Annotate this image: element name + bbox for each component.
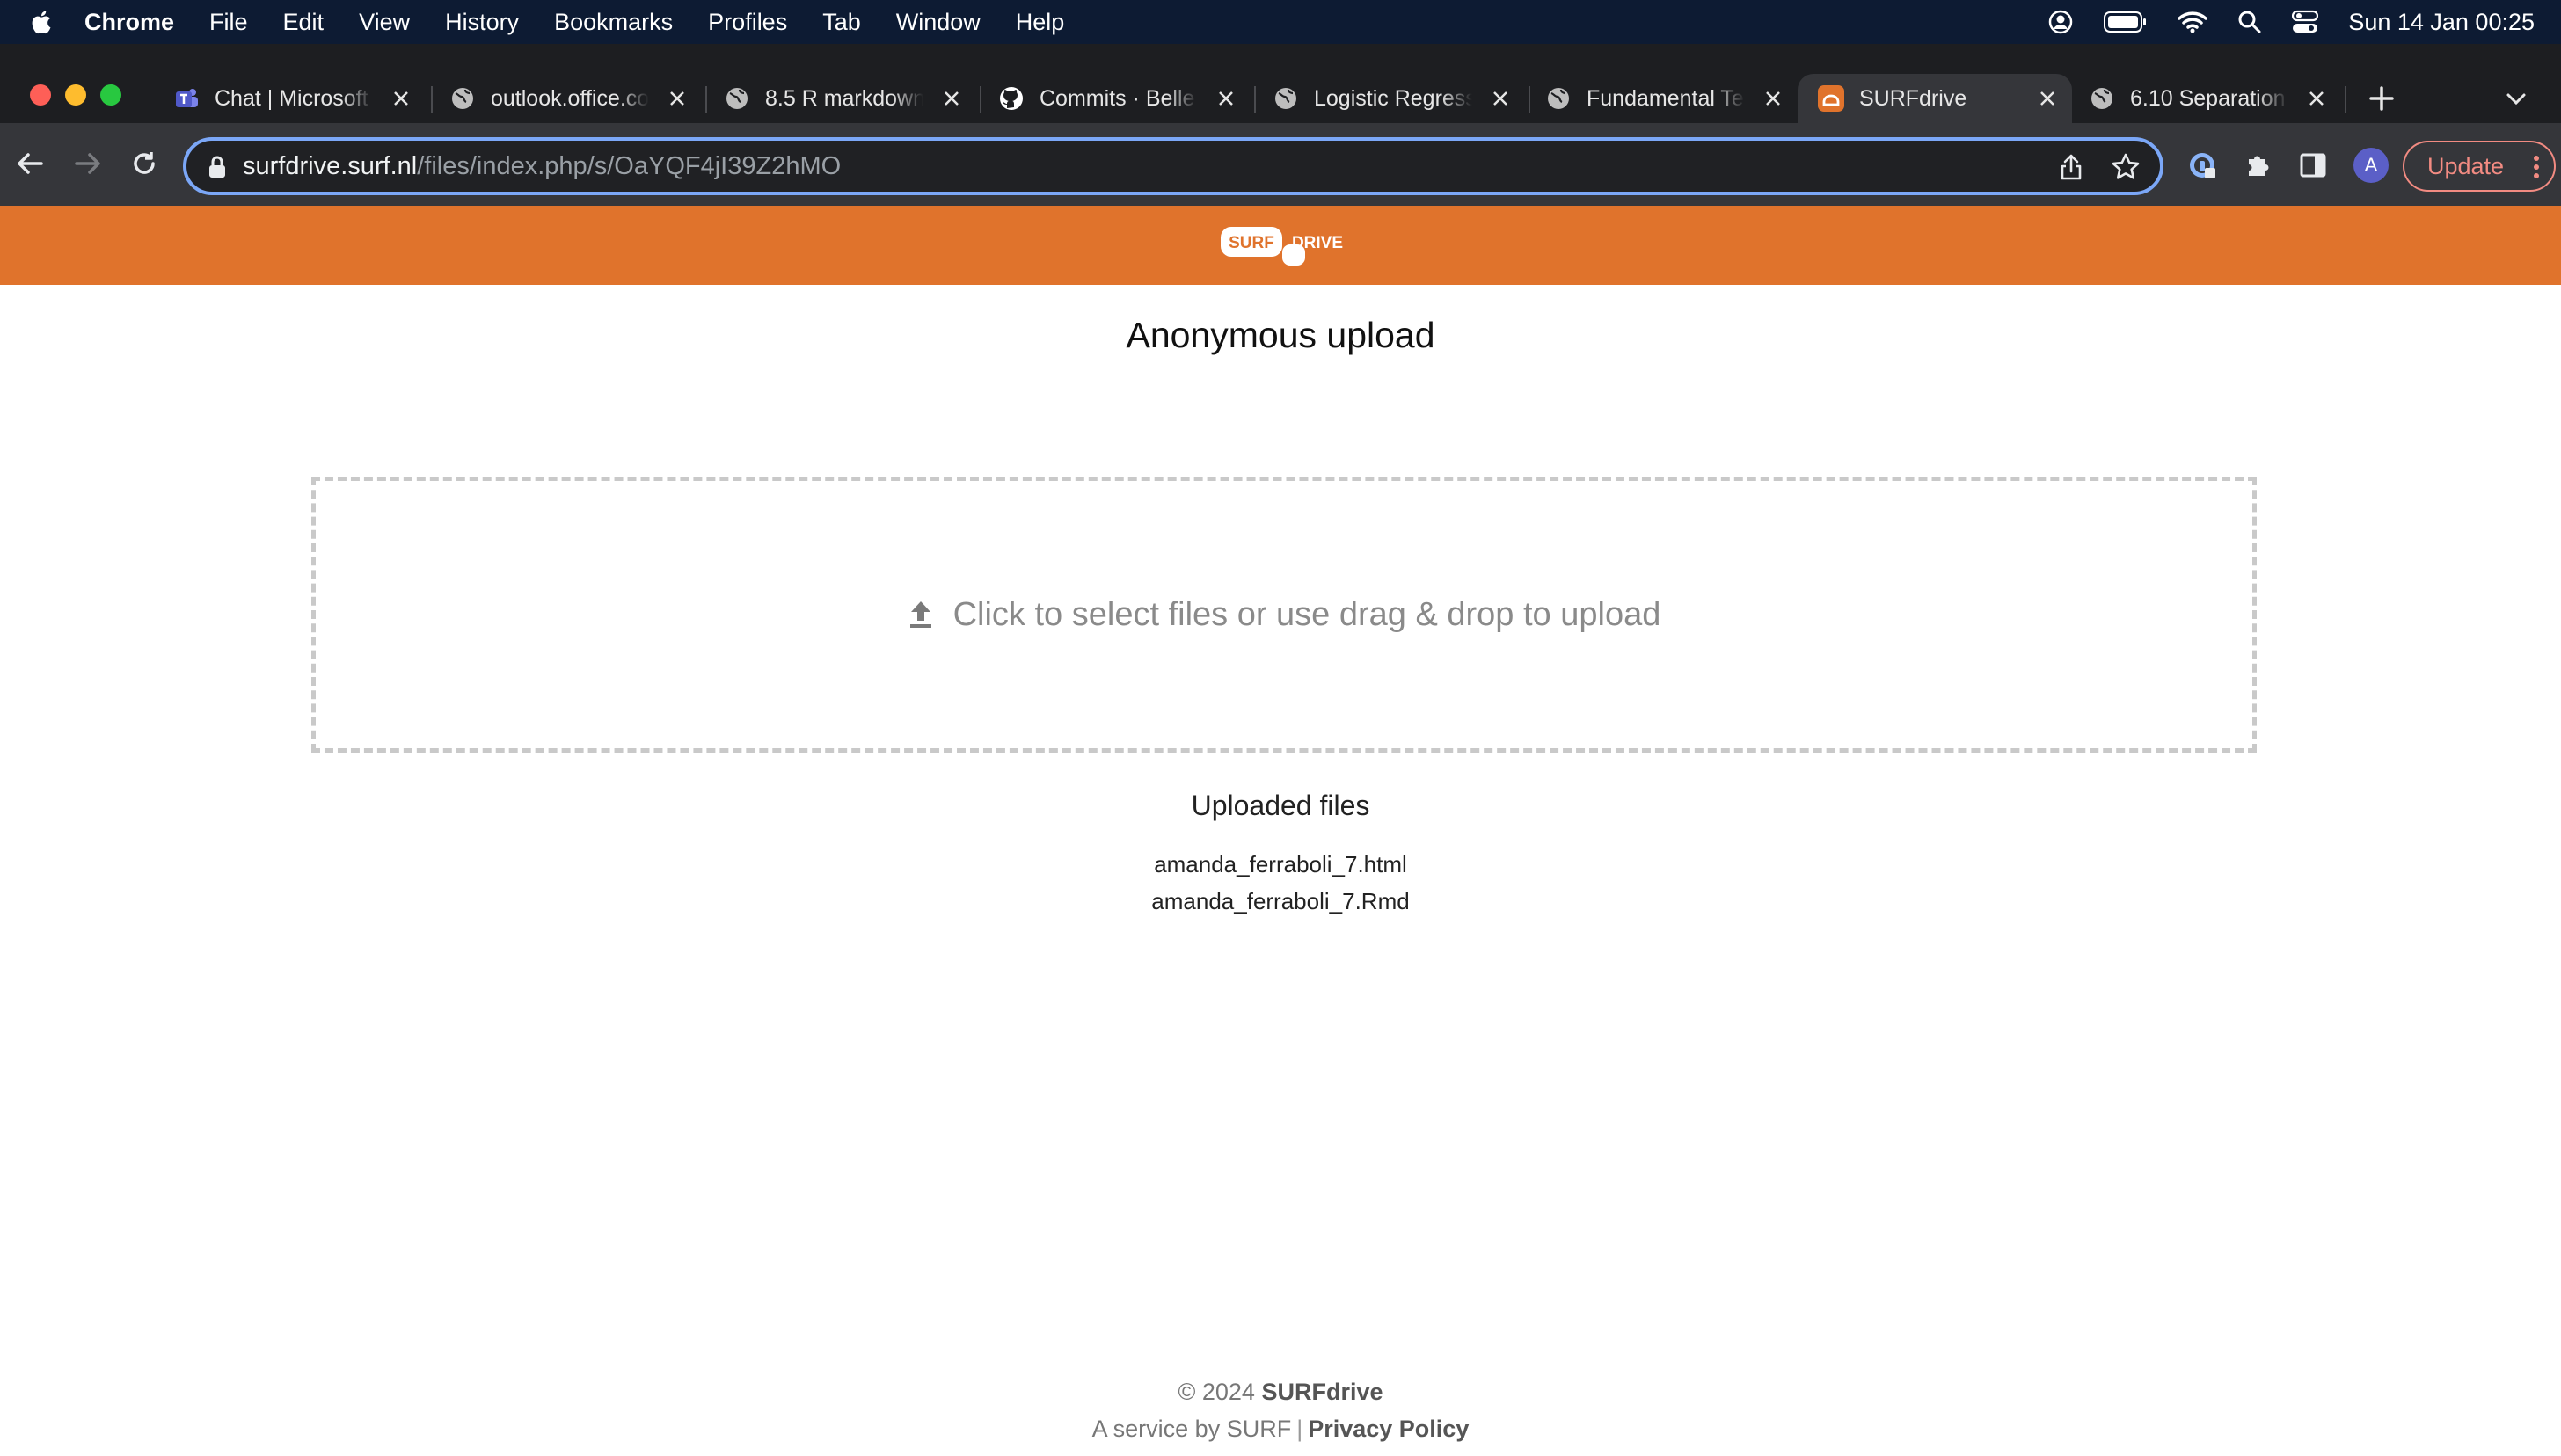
tab-close-icon[interactable]: [2035, 86, 2060, 111]
globe-icon: [723, 84, 751, 113]
tab-title: Commits · Belle: [1040, 85, 1195, 111]
list-item: amanda_ferraboli_7.Rmd: [1151, 888, 1410, 914]
dropzone-hint: Click to select files or use drag & drop…: [952, 595, 1661, 633]
footer-service-line: A service by SURF | Privacy Policy: [0, 1410, 2561, 1447]
menu-profiles[interactable]: Profiles: [708, 9, 787, 36]
uploaded-file-list: amanda_ferraboli_7.html amanda_ferraboli…: [0, 846, 2561, 920]
tab-title: 6.10 Separation: [2130, 85, 2286, 111]
user-account-icon[interactable]: [2047, 9, 2074, 35]
control-center-icon[interactable]: [2292, 10, 2319, 34]
footer-copyright-line: © 2024 SURFdrive: [0, 1373, 2561, 1410]
new-tab-plus-icon[interactable]: [2366, 83, 2397, 114]
tab-close-icon[interactable]: [665, 86, 690, 111]
tab-search-chevron-down-icon[interactable]: [2503, 86, 2529, 113]
teams-icon: [172, 84, 201, 113]
browser-tab[interactable]: outlook.office.com: [449, 74, 702, 123]
url-path: /files/index.php/s/OaYQF4jI39Z2hMO: [417, 152, 842, 180]
tab-title: Logistic Regression: [1314, 85, 1472, 111]
privacy-policy-link[interactable]: Privacy Policy: [1308, 1416, 1469, 1442]
menubar-clock[interactable]: Sun 14 Jan 00:25: [2348, 9, 2535, 36]
tab-separator: [980, 86, 981, 113]
tab-close-icon[interactable]: [2304, 86, 2329, 111]
upload-icon: [909, 601, 931, 628]
browser-tab[interactable]: Logistic Regression: [1272, 74, 1525, 123]
address-url[interactable]: surfdrive.surf.nl/files/index.php/s/OaYQ…: [243, 152, 841, 181]
tab-close-icon[interactable]: [1761, 86, 1785, 111]
browser-tab-active[interactable]: SURFdrive: [1798, 74, 2072, 123]
menu-edit[interactable]: Edit: [283, 9, 325, 36]
uploaded-files-heading: Uploaded files: [1191, 790, 1370, 821]
menu-bookmarks[interactable]: Bookmarks: [554, 9, 673, 36]
surfdrive-icon: [1817, 84, 1845, 113]
page-title: Anonymous upload: [1126, 315, 1435, 355]
window-minimize-button[interactable]: [65, 84, 86, 106]
browser-tab[interactable]: 6.10 Separation: [2088, 74, 2341, 123]
menu-window[interactable]: Window: [896, 9, 981, 36]
menu-help[interactable]: Help: [1016, 9, 1065, 36]
apple-icon[interactable]: [28, 9, 53, 35]
page-footer: © 2024 SURFdrive A service by SURF | Priva…: [0, 1373, 2561, 1447]
tab-separator: [1254, 86, 1256, 113]
tab-title: Fundamental Te: [1587, 85, 1744, 111]
window-zoom-button[interactable]: [100, 84, 121, 106]
url-host: surfdrive.surf.nl: [243, 152, 418, 180]
list-item: amanda_ferraboli_7.html: [1154, 851, 1407, 877]
footer-service-text: A service by SURF: [1091, 1416, 1292, 1442]
side-panel-icon[interactable]: [2297, 149, 2329, 181]
macos-menu-bar: Chrome File Edit View History Bookmarks …: [0, 0, 2561, 44]
logo-surf-text: SURF: [1229, 234, 1274, 252]
globe-icon: [449, 84, 477, 113]
tab-close-icon[interactable]: [1488, 86, 1513, 111]
window-close-button[interactable]: [30, 84, 51, 106]
tab-separator: [705, 86, 707, 113]
menu-tab[interactable]: Tab: [822, 9, 861, 36]
lock-icon[interactable]: [206, 155, 229, 179]
extensions-puzzle-icon[interactable]: [2243, 149, 2274, 181]
browser-tab[interactable]: Chat | Microsoft Teams: [172, 74, 426, 123]
browser-tab[interactable]: Commits · Belle: [997, 74, 1251, 123]
menu-app-name[interactable]: Chrome: [84, 9, 174, 36]
tab-separator: [2345, 86, 2346, 113]
browser-tab[interactable]: 8.5 R markdown: [723, 74, 976, 123]
file-upload-dropzone[interactable]: Click to select files or use drag & drop…: [311, 477, 2257, 753]
footer-brand-link[interactable]: SURFdrive: [1261, 1379, 1383, 1405]
globe-icon: [1272, 84, 1300, 113]
update-button-label: Update: [2427, 152, 2505, 179]
tab-close-icon[interactable]: [939, 86, 964, 111]
surfdrive-logo[interactable]: SURF DRIVE: [1221, 222, 1344, 267]
spotlight-search-icon[interactable]: [2237, 10, 2262, 34]
back-arrow-icon[interactable]: [12, 146, 47, 181]
tab-separator: [1529, 86, 1530, 113]
browser-tab[interactable]: Fundamental Te: [1544, 74, 1798, 123]
tab-separator: [431, 86, 433, 113]
tab-title: Chat | Microsoft Teams: [215, 85, 373, 111]
more-vert-icon[interactable]: [2533, 154, 2540, 186]
wifi-icon[interactable]: [2178, 11, 2208, 33]
logo-drive-text: DRIVE: [1292, 234, 1343, 252]
reload-icon[interactable]: [127, 146, 162, 181]
password-manager-extension-icon[interactable]: [2186, 149, 2218, 181]
menu-history[interactable]: History: [445, 9, 519, 36]
tab-title: outlook.office.com: [491, 85, 649, 111]
update-button[interactable]: Update: [2403, 141, 2556, 192]
tab-close-icon[interactable]: [1214, 86, 1238, 111]
bookmark-star-icon[interactable]: [2111, 152, 2141, 182]
github-icon: [997, 84, 1025, 113]
globe-icon: [1544, 84, 1572, 113]
menu-view[interactable]: View: [359, 9, 410, 36]
tab-close-icon[interactable]: [389, 86, 413, 111]
address-bar[interactable]: surfdrive.surf.nl/files/index.php/s/OaYQ…: [183, 137, 2163, 195]
battery-icon[interactable]: [2104, 11, 2148, 33]
menu-status-area: Sun 14 Jan 00:25: [2047, 0, 2561, 44]
tab-title: SURFdrive: [1859, 85, 1967, 111]
footer-separator: |: [1296, 1416, 1303, 1442]
menu-file[interactable]: File: [209, 9, 248, 36]
globe-icon: [2088, 84, 2116, 113]
profile-avatar[interactable]: A: [2353, 148, 2389, 183]
footer-copyright: © 2024: [1178, 1379, 1255, 1405]
tab-title: 8.5 R markdown: [765, 85, 923, 111]
share-icon[interactable]: [2058, 153, 2084, 181]
forward-arrow-icon[interactable]: [70, 146, 106, 181]
